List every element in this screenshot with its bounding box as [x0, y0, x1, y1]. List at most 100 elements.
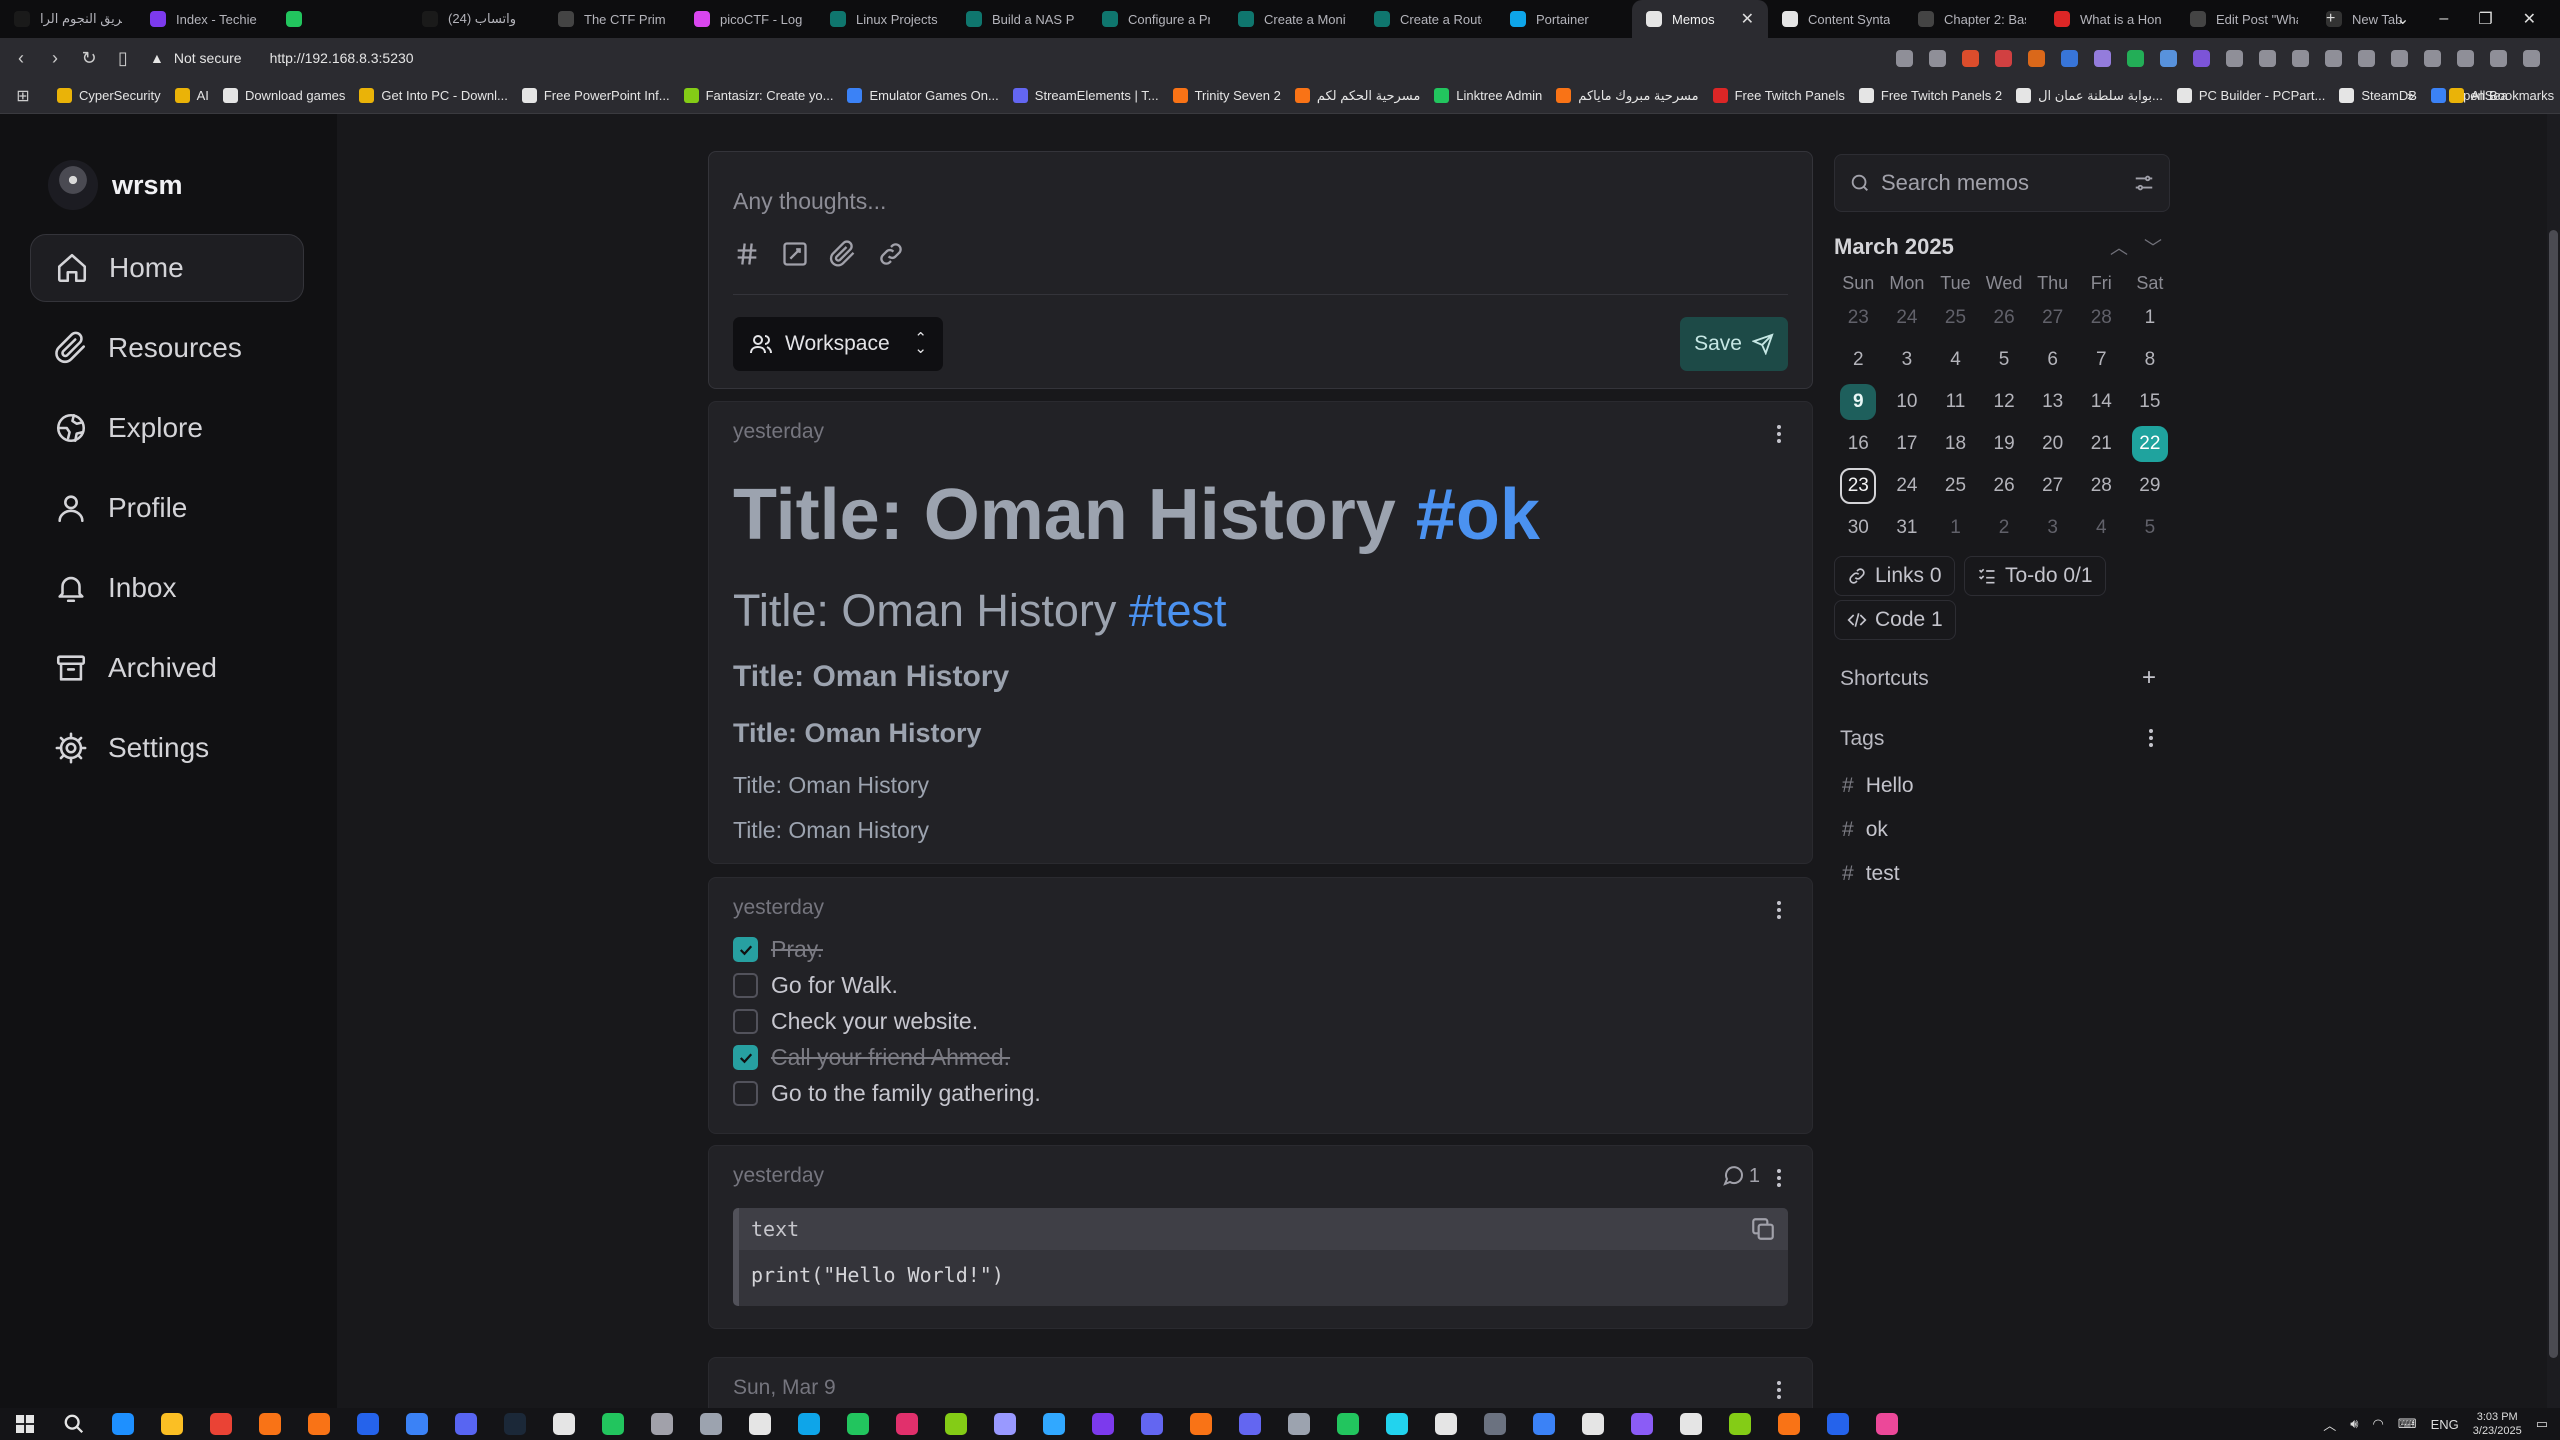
taskbar-app-icon[interactable] [1715, 1408, 1764, 1440]
extension-icon[interactable] [2523, 49, 2540, 67]
sidebar-item-settings[interactable]: Settings [30, 714, 304, 782]
todo-checkbox[interactable] [733, 1045, 758, 1070]
search-input[interactable]: Search memos [1834, 154, 2170, 212]
back-icon[interactable]: ‹ [4, 41, 38, 75]
calendar-day[interactable]: 27 [2028, 465, 2077, 507]
volume-icon[interactable]: 🔊︎ [2350, 1416, 2358, 1432]
language-indicator[interactable]: ENG [2431, 1417, 2459, 1432]
extension-icon[interactable] [2028, 49, 2045, 67]
clock[interactable]: 3:03 PM 3/23/2025 [2473, 1410, 2522, 1438]
taskbar-app-icon[interactable] [245, 1408, 294, 1440]
more-vertical-icon[interactable] [1770, 422, 1788, 446]
bookmark-item[interactable]: CyperSecurity [50, 81, 168, 111]
taskbar-app-icon[interactable] [1029, 1408, 1078, 1440]
extension-icon[interactable] [2226, 49, 2243, 67]
extension-icon[interactable] [2457, 49, 2474, 67]
calendar-day[interactable]: 24 [1883, 465, 1932, 507]
calendar-day[interactable]: 7 [2077, 339, 2126, 381]
bookmark-item[interactable]: PC Builder - PCPart... [2170, 81, 2332, 111]
taskbar-app-icon[interactable] [980, 1408, 1029, 1440]
calendar-day[interactable]: 4 [1931, 339, 1980, 381]
save-button[interactable]: Save [1680, 317, 1788, 371]
taskbar-app-icon[interactable] [392, 1408, 441, 1440]
browser-tab[interactable]: Chapter 2: Basic [1904, 0, 2040, 38]
browser-tab[interactable]: Content Syntax [1768, 0, 1904, 38]
calendar-day[interactable]: 1 [1931, 507, 1980, 549]
bookmark-item[interactable]: مسرحية الحكم لكم [1288, 81, 1427, 111]
calendar-day[interactable]: 18 [1931, 423, 1980, 465]
calendar-day[interactable]: 13 [2028, 381, 2077, 423]
notifications-icon[interactable]: ▭ [2536, 1416, 2548, 1432]
extension-icon[interactable] [2127, 49, 2144, 67]
calendar-day[interactable]: 28 [2077, 297, 2126, 339]
hashtag-icon[interactable] [733, 240, 761, 268]
bookmark-item[interactable]: StreamElements | T... [1006, 81, 1166, 111]
taskbar-app-icon[interactable] [1323, 1408, 1372, 1440]
taskbar-app-icon[interactable] [784, 1408, 833, 1440]
bookmark-item[interactable]: Trinity Seven 2 [1166, 81, 1288, 111]
browser-tab[interactable]: Memos ✕ [1632, 0, 1768, 38]
sidebar-item-home[interactable]: Home [30, 234, 304, 302]
calendar-day[interactable]: 25 [1931, 297, 1980, 339]
calendar-day[interactable]: 3 [2028, 507, 2077, 549]
close-tab-icon[interactable]: ✕ [1741, 9, 1754, 29]
taskbar-app-icon[interactable] [1862, 1408, 1911, 1440]
taskbar-app-icon[interactable] [294, 1408, 343, 1440]
extension-icon[interactable] [2490, 49, 2507, 67]
extension-icon[interactable] [1962, 49, 1979, 67]
chevron-up-icon[interactable]: ︿ [2110, 234, 2128, 260]
tags-more-icon[interactable] [2142, 726, 2160, 750]
calendar-day[interactable]: 24 [1883, 297, 1932, 339]
bookmark-item[interactable]: مسرحية مبروك ماياكم [1549, 81, 1705, 111]
calendar-day[interactable]: 22 [2126, 423, 2175, 465]
bookmark-item[interactable]: Emulator Games On... [840, 81, 1005, 111]
extension-icon[interactable] [1995, 49, 2012, 67]
sidebar-item-archived[interactable]: Archived [30, 634, 304, 702]
taskbar-app-icon[interactable] [539, 1408, 588, 1440]
browser-tab[interactable]: Create a Router [1360, 0, 1496, 38]
calendar-day[interactable]: 11 [1931, 381, 1980, 423]
calendar-day[interactable]: 6 [2028, 339, 2077, 381]
taskbar-app-icon[interactable] [735, 1408, 784, 1440]
browser-tab[interactable]: Index - Techie B [136, 0, 272, 38]
extension-icon[interactable] [2358, 49, 2375, 67]
comment-count[interactable]: 1 [1721, 1164, 1760, 1188]
sidebar-item-profile[interactable]: Profile [30, 474, 304, 542]
browser-tab[interactable]: Create a Monito [1224, 0, 1360, 38]
url-box[interactable]: ▲ Not secure http://192.168.8.3:5230 [150, 43, 414, 73]
browser-tab[interactable]: Configure a Pro [1088, 0, 1224, 38]
scrollbar-track[interactable] [2547, 114, 2560, 1408]
calendar-day[interactable]: 9 [1834, 381, 1883, 423]
reload-icon[interactable]: ↻ [72, 41, 106, 75]
browser-tab[interactable]: فريق النجوم الرا [0, 0, 136, 38]
tag-item[interactable]: # Hello [1842, 774, 1914, 798]
tag-link[interactable]: #test [1129, 585, 1227, 636]
taskbar-app-icon[interactable] [833, 1408, 882, 1440]
scrollbar-thumb[interactable] [2549, 230, 2558, 1358]
bookmark-item[interactable]: Free Twitch Panels 2 [1852, 81, 2009, 111]
taskbar-app-icon[interactable] [441, 1408, 490, 1440]
extension-icon[interactable] [1929, 49, 1946, 67]
browser-tab[interactable]: Edit Post "What [2176, 0, 2312, 38]
browser-tab[interactable]: واتساب (24) [408, 0, 544, 38]
taskbar-app-icon[interactable] [490, 1408, 539, 1440]
bookmark-item[interactable]: بوابة سلطنة عمان ال... [2009, 81, 2170, 111]
calendar-day[interactable]: 4 [2077, 507, 2126, 549]
taskbar-app-icon[interactable] [637, 1408, 686, 1440]
tag-item[interactable]: # test [1842, 862, 1900, 886]
taskbar-app-icon[interactable] [1519, 1408, 1568, 1440]
taskbar-app-icon[interactable] [1225, 1408, 1274, 1440]
browser-tab[interactable]: picoCTF - Login [680, 0, 816, 38]
bookmark-item[interactable]: AI [168, 81, 216, 111]
calendar-day[interactable]: 19 [1980, 423, 2029, 465]
start-icon[interactable] [0, 1408, 49, 1440]
todo-checkbox[interactable] [733, 937, 758, 962]
bookmark-overflow-icon[interactable]: » [2400, 81, 2421, 111]
bookmark-icon[interactable]: ▯ [106, 41, 140, 75]
calendar-day[interactable]: 27 [2028, 297, 2077, 339]
taskbar-app-icon[interactable] [1127, 1408, 1176, 1440]
close-window-icon[interactable]: ✕ [2523, 9, 2536, 29]
taskbar-search-icon[interactable] [49, 1408, 98, 1440]
browser-tab[interactable]: Build a NAS Proj [952, 0, 1088, 38]
taskbar-app-icon[interactable] [1813, 1408, 1862, 1440]
